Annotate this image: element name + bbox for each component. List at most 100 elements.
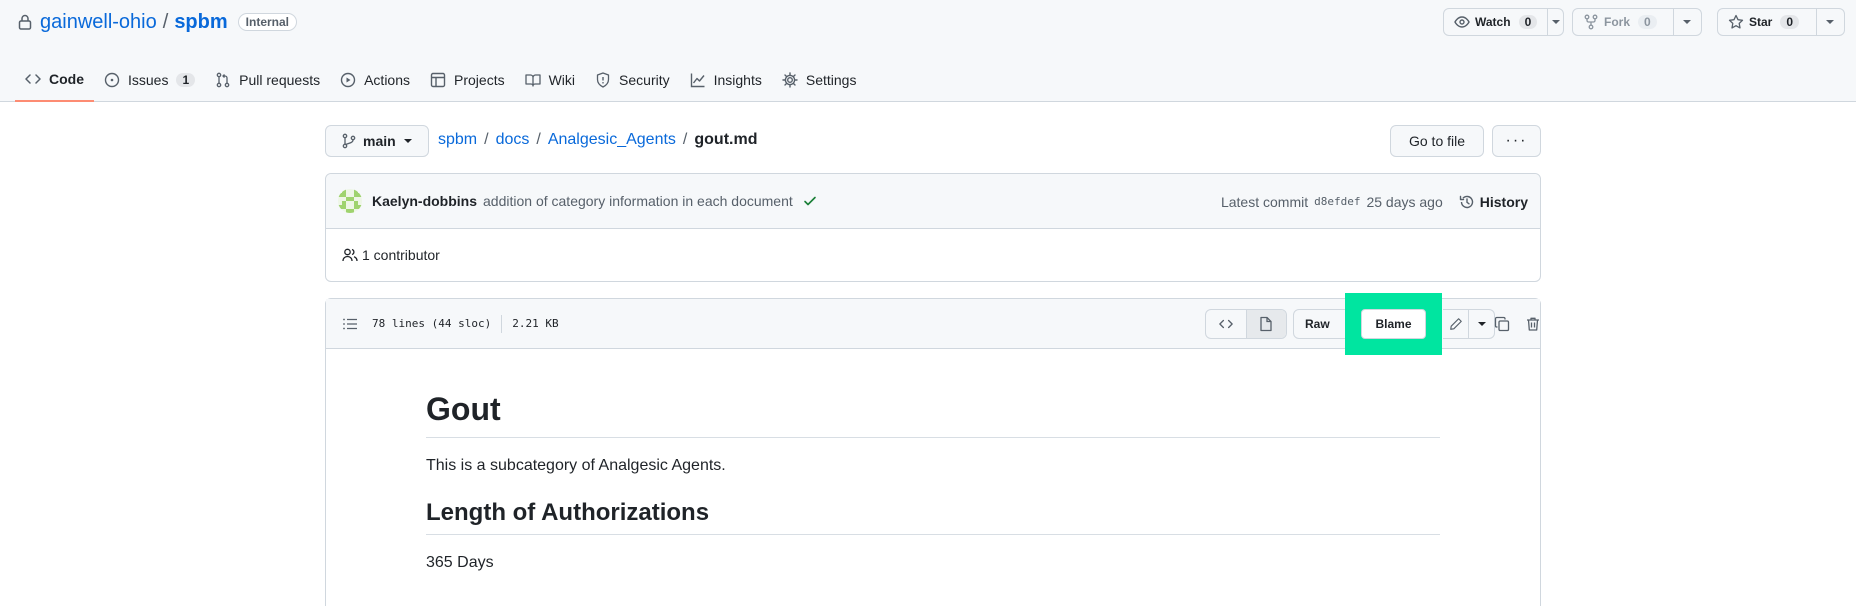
tab-code-label: Code xyxy=(49,71,84,87)
tab-actions-label: Actions xyxy=(364,72,411,88)
blame-button[interactable]: Blame xyxy=(1361,309,1426,339)
repo-name-link[interactable]: spbm xyxy=(174,11,227,34)
source-view-button[interactable] xyxy=(1206,310,1246,338)
triangle-down-icon xyxy=(1682,19,1692,25)
lock-icon xyxy=(18,14,32,30)
star-label: Star xyxy=(1749,15,1773,29)
tab-security[interactable]: Security xyxy=(585,60,680,100)
tab-projects[interactable]: Projects xyxy=(420,60,515,100)
breadcrumb: spbm / docs / Analgesic_Agents / gout.md xyxy=(438,131,757,149)
tab-wiki[interactable]: Wiki xyxy=(515,60,585,100)
tab-security-label: Security xyxy=(619,72,670,88)
book-icon xyxy=(524,72,541,88)
file-size: 2.21 KB xyxy=(512,317,559,330)
git-branch-icon xyxy=(342,133,356,149)
file-icon xyxy=(1259,316,1273,332)
tab-settings-label: Settings xyxy=(805,72,857,88)
history-label: History xyxy=(1479,193,1528,210)
tab-pulls-label: Pull requests xyxy=(239,72,321,88)
tab-issues[interactable]: Issues 1 xyxy=(94,60,205,100)
repo-header: gainwell-ohio / spbm Internal Watch 0 Fo… xyxy=(0,0,1856,102)
file-line-count: 78 lines (44 sloc) xyxy=(372,317,492,330)
watch-count: 0 xyxy=(1518,15,1538,29)
contributors-link[interactable]: 1 contributor xyxy=(326,229,1540,281)
history-link[interactable]: History xyxy=(1459,194,1528,210)
branch-selector[interactable]: main xyxy=(325,125,429,157)
history-icon xyxy=(1459,194,1475,210)
copy-icon xyxy=(1494,316,1510,332)
repo-owner-link[interactable]: gainwell-ohio xyxy=(40,11,157,34)
tab-code[interactable]: Code xyxy=(15,60,94,102)
tab-pull-requests[interactable]: Pull requests xyxy=(205,60,330,100)
star-dropdown[interactable] xyxy=(1817,9,1844,35)
duration-paragraph: 365 Days xyxy=(426,554,494,571)
breadcrumb-separator: / xyxy=(682,131,688,148)
repo-title: gainwell-ohio / spbm Internal xyxy=(18,10,297,34)
file-info: 78 lines (44 sloc) 2.21 KB xyxy=(372,314,559,333)
pencil-icon xyxy=(1449,317,1463,331)
go-to-file-button[interactable]: Go to file xyxy=(1390,125,1484,157)
check-icon[interactable] xyxy=(803,194,817,208)
latest-commit-label: Latest commit xyxy=(1220,193,1309,210)
issue-opened-icon xyxy=(104,72,120,88)
fork-icon xyxy=(1583,14,1599,30)
raw-button[interactable]: Raw xyxy=(1293,309,1353,339)
intro-paragraph: This is a subcategory of Analgesic Agent… xyxy=(426,457,726,474)
code-icon xyxy=(25,71,41,87)
table-icon xyxy=(430,72,446,88)
triangle-down-icon xyxy=(403,138,413,144)
repo-nav: Code Issues 1 Pull requests Actions Proj… xyxy=(15,60,866,102)
triangle-down-icon xyxy=(1477,321,1487,327)
blame-highlight: Blame xyxy=(1345,293,1442,355)
tab-issues-label: Issues xyxy=(128,72,169,88)
edit-button[interactable] xyxy=(1443,310,1468,338)
view-mode-toggle xyxy=(1205,309,1287,339)
commit-author-link[interactable]: Kaelyn-dobbins xyxy=(372,193,477,209)
tab-actions[interactable]: Actions xyxy=(330,60,420,100)
tab-insights-label: Insights xyxy=(713,72,762,88)
tab-insights[interactable]: Insights xyxy=(680,60,772,100)
latest-commit-box: Kaelyn-dobbins addition of category info… xyxy=(325,173,1541,282)
graph-icon xyxy=(690,72,706,88)
breadcrumb-link[interactable]: Analgesic_Agents xyxy=(548,131,676,149)
code-icon xyxy=(1219,317,1233,331)
rendered-view-button[interactable] xyxy=(1245,310,1286,338)
avatar[interactable] xyxy=(338,189,362,213)
markdown-body: Gout This is a subcategory of Analgesic … xyxy=(426,389,1440,595)
eye-icon xyxy=(1454,14,1470,30)
star-button-group: Star 0 xyxy=(1717,8,1845,36)
star-count: 0 xyxy=(1780,15,1800,29)
issues-count: 1 xyxy=(176,73,196,87)
git-pull-request-icon xyxy=(215,72,231,88)
commit-sha-link[interactable]: d8efdef xyxy=(1314,195,1360,208)
star-button[interactable]: Star 0 xyxy=(1718,9,1817,35)
fork-button[interactable]: Fork 0 xyxy=(1573,9,1674,35)
repo-separator: / xyxy=(162,10,169,33)
commit-header: Kaelyn-dobbins addition of category info… xyxy=(326,174,1540,229)
contributors-label: 1 contributor xyxy=(362,247,440,263)
fork-dropdown[interactable] xyxy=(1674,9,1701,35)
shield-icon xyxy=(595,72,611,88)
fork-button-group: Fork 0 xyxy=(1572,8,1702,36)
people-icon xyxy=(342,247,358,263)
commit-age: 25 days ago xyxy=(1366,193,1443,210)
more-options-button[interactable]: ··· xyxy=(1492,125,1541,157)
commit-message-link[interactable]: addition of category information in each… xyxy=(483,193,793,209)
play-icon xyxy=(340,72,356,88)
watch-button[interactable]: Watch 0 xyxy=(1444,9,1549,35)
visibility-badge: Internal xyxy=(237,13,297,31)
copy-button[interactable] xyxy=(1487,309,1517,339)
section-heading: Length of Authorizations xyxy=(426,498,1440,535)
delete-button[interactable] xyxy=(1518,309,1548,339)
watch-button-group: Watch 0 xyxy=(1443,8,1564,36)
branch-name: main xyxy=(363,133,396,149)
list-unordered-icon[interactable] xyxy=(342,316,358,332)
file-info-divider xyxy=(501,314,503,333)
triangle-down-icon xyxy=(1551,19,1561,25)
watch-dropdown[interactable] xyxy=(1548,9,1563,35)
gear-icon xyxy=(782,72,798,88)
breadcrumb-link[interactable]: spbm xyxy=(438,131,477,149)
breadcrumb-link[interactable]: docs xyxy=(496,131,530,149)
tab-settings[interactable]: Settings xyxy=(772,60,867,100)
tab-projects-label: Projects xyxy=(454,72,505,88)
